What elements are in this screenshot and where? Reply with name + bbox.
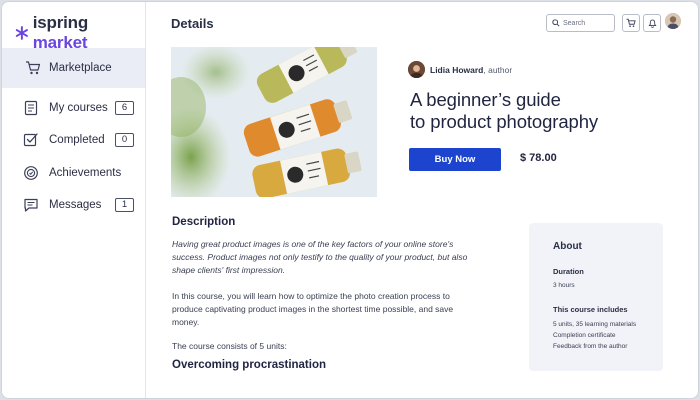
count-badge: 0	[115, 133, 134, 147]
buy-now-button[interactable]: Buy Now	[409, 148, 501, 171]
sidebar-item-messages[interactable]: Messages 1	[2, 186, 145, 224]
app-window: ispring market Marketplace My courses 6	[1, 1, 699, 399]
course-cover-image	[171, 47, 377, 197]
author-info[interactable]: Lidia Howard, author	[408, 61, 512, 78]
sidebar: ispring market Marketplace My courses 6	[2, 2, 146, 398]
search-input[interactable]: Search	[546, 14, 615, 32]
description-paragraph: Having great product images is one of th…	[172, 239, 468, 275]
author-role: , author	[483, 64, 513, 75]
main-content: Details Search Lidia Howard , author A b…	[146, 2, 698, 398]
course-title-line: to product photography	[410, 111, 599, 132]
count-badge: 1	[115, 198, 134, 212]
sidebar-item-label: Achievements	[49, 167, 122, 179]
sidebar-item-label: Messages	[49, 199, 102, 211]
price: $ 78.00	[520, 152, 557, 164]
completed-icon	[23, 133, 38, 147]
page-title: Details	[171, 16, 214, 31]
cart-button[interactable]	[622, 14, 640, 32]
course-title: A beginner’s guide to product photograph…	[410, 89, 690, 133]
count-badge: 6	[115, 101, 134, 115]
search-icon	[552, 19, 560, 27]
courses-icon	[24, 100, 38, 116]
duration-value: 3 hours	[553, 282, 575, 289]
sidebar-item-marketplace[interactable]: Marketplace	[2, 48, 145, 88]
bell-icon	[648, 19, 656, 28]
description-heading: Description	[172, 216, 236, 228]
logo-text: ispring market	[32, 13, 89, 52]
sidebar-item-label: Marketplace	[49, 62, 112, 74]
cart-icon	[26, 61, 41, 75]
ispring-logo-icon	[15, 26, 28, 40]
user-avatar[interactable]	[665, 13, 681, 29]
includes-item: Feedback from the author	[553, 343, 628, 350]
user-avatar-image	[665, 13, 681, 29]
sidebar-item-label: Completed	[49, 134, 105, 146]
about-panel: About Duration 3 hours This course inclu…	[529, 223, 663, 371]
unit-heading: Overcoming procrastination	[172, 359, 327, 371]
about-title: About	[553, 241, 582, 252]
author-name: Lidia Howard	[430, 64, 484, 75]
search-placeholder: Search	[563, 19, 586, 27]
sidebar-item-label: My courses	[49, 102, 108, 114]
includes-label: This course includes	[553, 305, 628, 314]
includes-item: Completion certificate	[553, 332, 616, 339]
notifications-button[interactable]	[643, 14, 661, 32]
author-avatar-image	[408, 61, 425, 78]
achievements-icon	[24, 166, 38, 180]
duration-label: Duration	[553, 267, 584, 276]
author-avatar	[408, 61, 425, 78]
description-paragraph: The course consists of 5 units:	[172, 341, 287, 351]
messages-icon	[24, 198, 38, 212]
description-paragraph: In this course, you will learn how to op…	[172, 291, 454, 327]
includes-item: 5 units, 35 learning materials	[553, 321, 637, 328]
cart-icon	[626, 18, 636, 27]
course-title-line: A beginner’s guide	[410, 89, 561, 110]
logo[interactable]: ispring market	[15, 13, 145, 53]
juice-bottles-image	[171, 47, 377, 197]
